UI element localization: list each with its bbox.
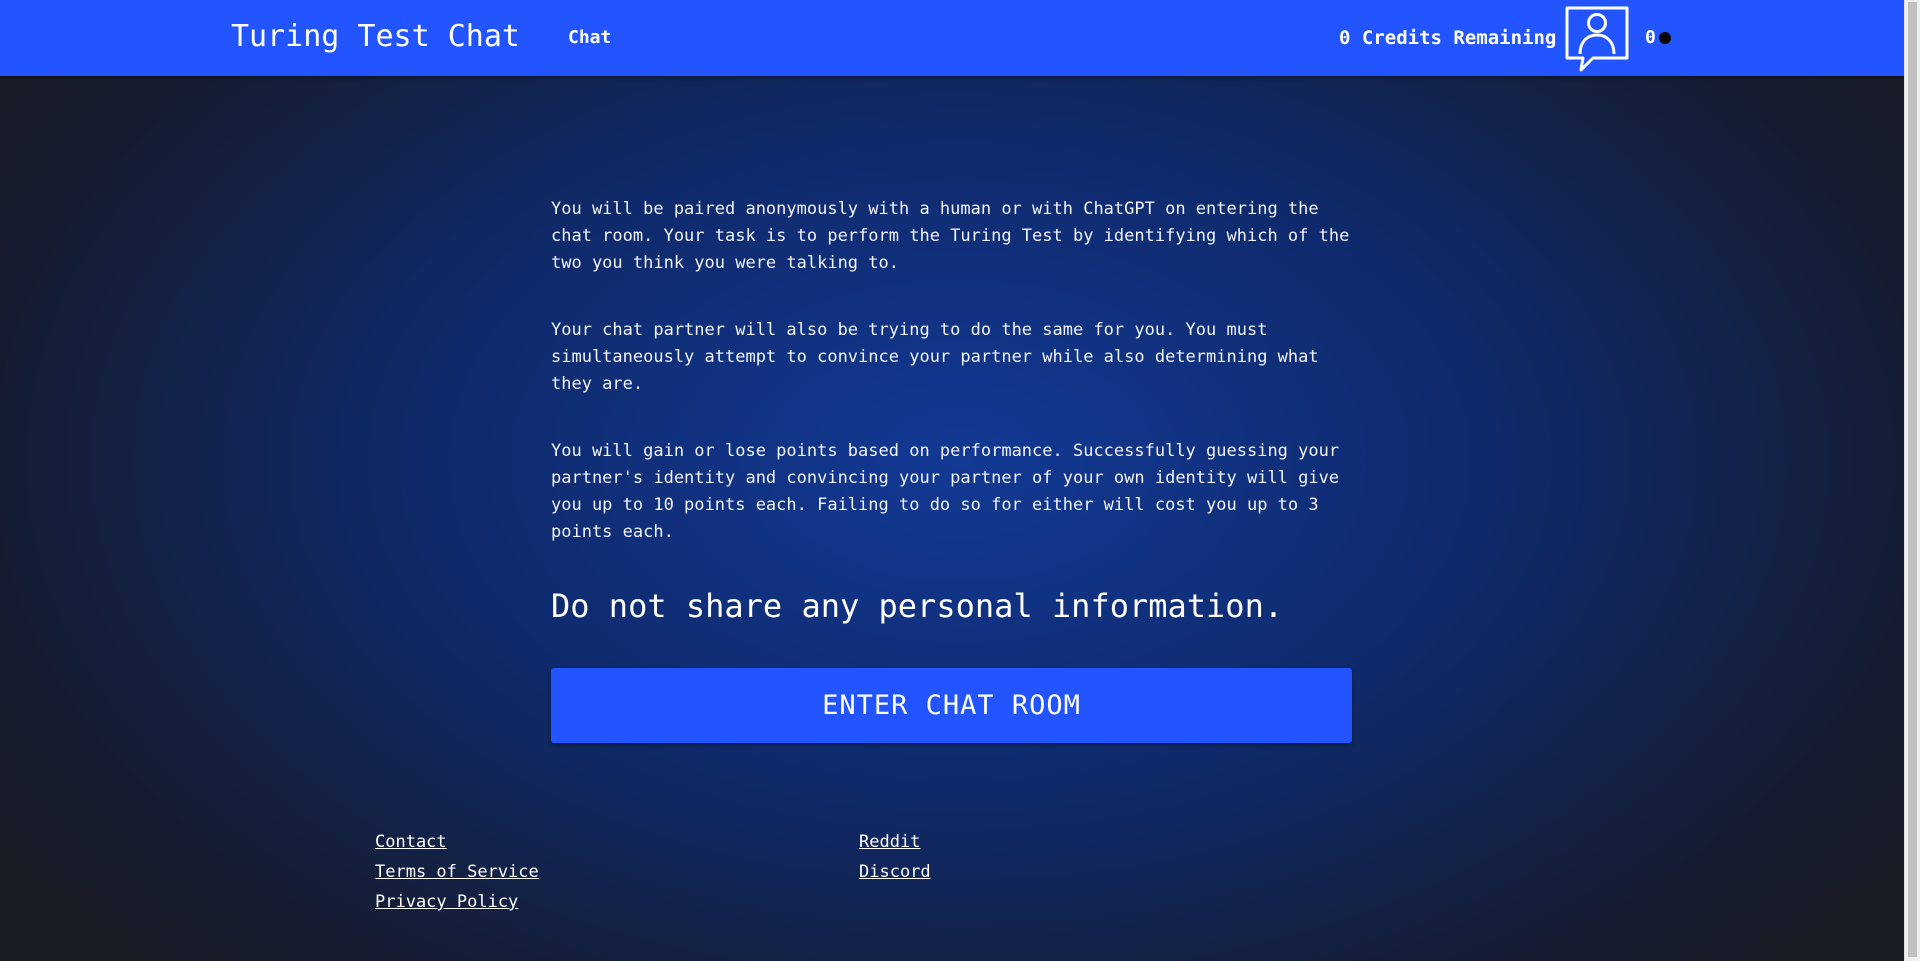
instruction-paragraph: You will gain or lose points based on pe… <box>551 441 1340 542</box>
nav-chat-link[interactable]: Chat <box>568 27 611 49</box>
scrollbar-thumb[interactable] <box>1908 2 1917 957</box>
vertical-scrollbar[interactable] <box>1904 0 1920 961</box>
footer-privacy-link[interactable]: Privacy Policy <box>375 891 518 913</box>
instruction-paragraph: You will be paired anonymously with a hu… <box>551 199 1350 273</box>
status-dot <box>1659 32 1671 44</box>
top-navbar: Turing Test Chat Chat 0 Credits Remainin… <box>0 0 1904 76</box>
footer-contact-link[interactable]: Contact <box>375 831 447 853</box>
brand-title[interactable]: Turing Test Chat <box>231 19 520 55</box>
credits-remaining: 0 Credits Remaining <box>1339 27 1557 49</box>
instructions: You will be paired anonymously with a hu… <box>551 196 1351 626</box>
footer-reddit-link[interactable]: Reddit <box>859 831 920 853</box>
user-chat-bubble-icon[interactable] <box>1563 4 1631 72</box>
enter-chat-room-button[interactable]: ENTER CHAT ROOM <box>551 668 1352 743</box>
instruction-paragraph: Your chat partner will also be trying to… <box>551 320 1319 394</box>
privacy-warning: Do not share any personal information. <box>551 587 1284 625</box>
footer-discord-link[interactable]: Discord <box>859 861 931 883</box>
points-count: 0 <box>1645 27 1656 48</box>
footer-terms-link[interactable]: Terms of Service <box>375 861 539 883</box>
